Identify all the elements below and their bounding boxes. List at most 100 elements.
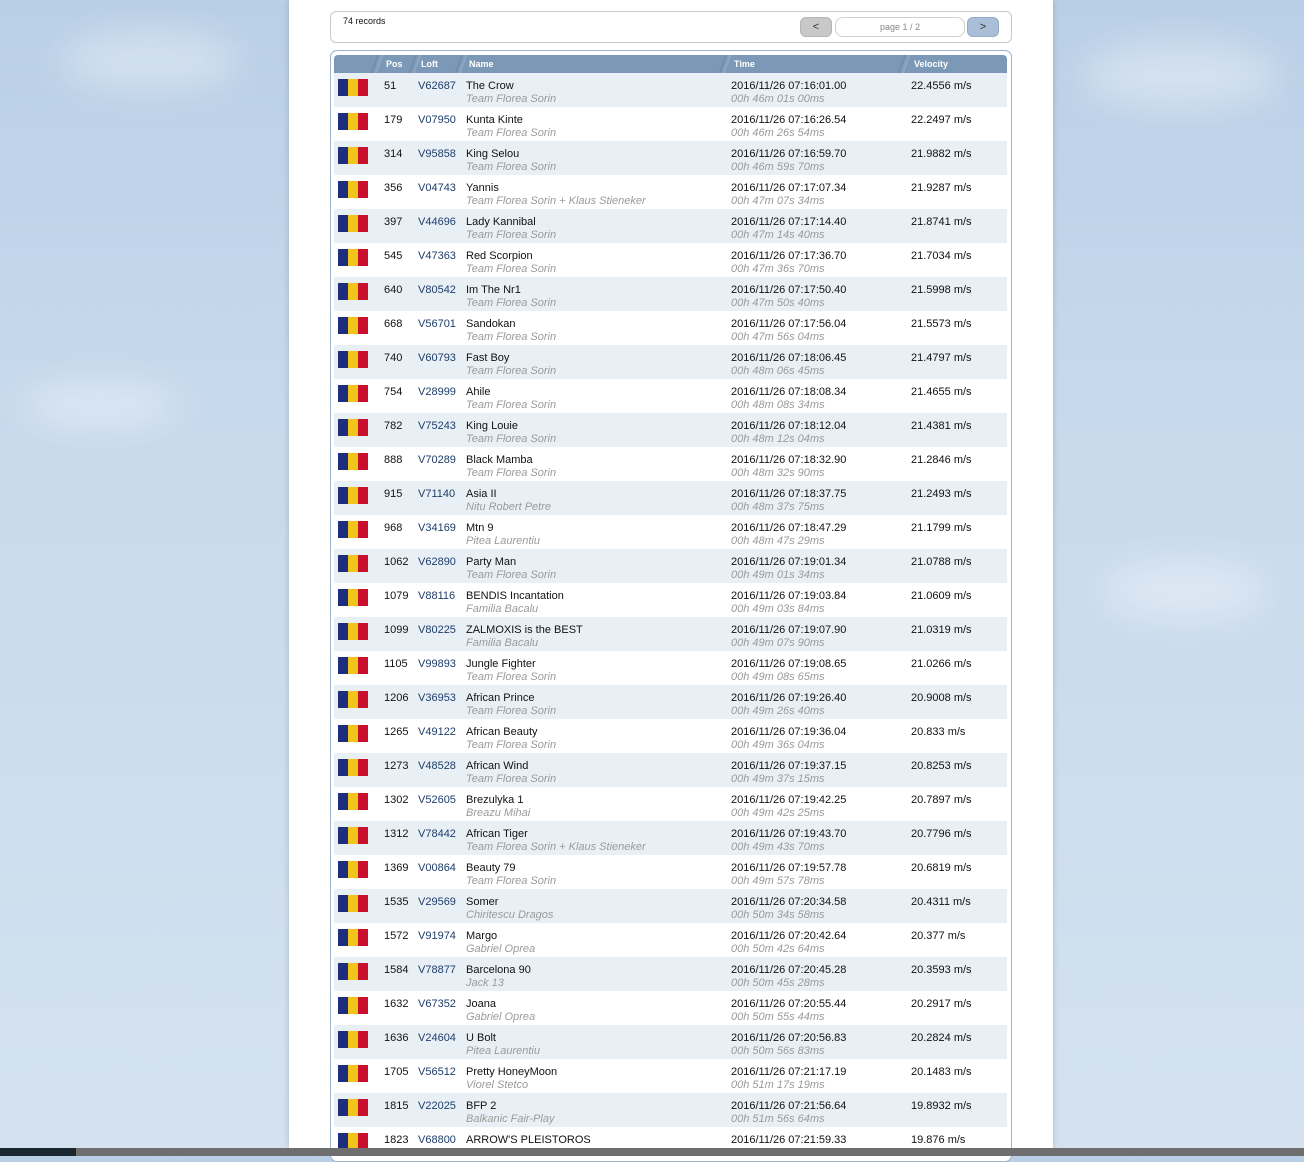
table-row: 1632 V67352 Joana Gabriel Oprea 2016/11/26 0… xyxy=(334,991,1007,1025)
table-row: 1572 V91974 Margo Gabriel Oprea 2016/11/26 0… xyxy=(334,923,1007,957)
romania-flag-icon xyxy=(338,657,368,674)
pigeon-name: Lady Kannibal xyxy=(466,216,536,228)
arrival-time: 2016/11/26 07:20:55.44 xyxy=(731,998,847,1010)
loft-link[interactable]: V48528 xyxy=(418,760,456,772)
arrival-time: 2016/11/26 07:17:56.04 xyxy=(731,318,847,330)
pagination-bar: 74 records < page 1 / 2 > xyxy=(330,11,1012,43)
table-row: 782 V75243 King Louie Team Florea Sorin 2016… xyxy=(334,413,1007,447)
velocity-cell: 21.2493 m/s xyxy=(911,488,972,500)
romania-flag-icon xyxy=(338,1065,368,1082)
loft-link[interactable]: V44696 xyxy=(418,216,456,228)
loft-link[interactable]: V75243 xyxy=(418,420,456,432)
romania-flag-icon xyxy=(338,623,368,640)
pigeon-name: The Crow xyxy=(466,80,514,92)
table-row: 1312 V78442 African Tiger Team Florea Sorin… xyxy=(334,821,1007,855)
loft-link[interactable]: V47363 xyxy=(418,250,456,262)
loft-link[interactable]: V34169 xyxy=(418,522,456,534)
background-cloud xyxy=(1080,40,1280,110)
owner-name: Team Florea Sorin xyxy=(466,433,557,445)
loft-link[interactable]: V71140 xyxy=(418,488,455,500)
owner-name: Team Florea Sorin + Klaus Stieneker xyxy=(466,195,646,207)
pigeon-name: King Selou xyxy=(466,148,520,160)
loft-link[interactable]: V29569 xyxy=(418,896,456,908)
pigeon-name: African Beauty xyxy=(466,726,538,738)
header-name[interactable]: Name xyxy=(469,55,494,73)
loft-link[interactable]: V52605 xyxy=(418,794,456,806)
loft-link[interactable]: V99893 xyxy=(418,658,456,670)
owner-name: Team Florea Sorin xyxy=(466,399,557,411)
loft-link[interactable]: V78442 xyxy=(418,828,456,840)
pigeon-name: Brezulyka 1 xyxy=(466,794,524,806)
loft-link[interactable]: V36953 xyxy=(418,692,456,704)
flight-duration: 00h 47m 07s 34ms xyxy=(731,195,825,207)
loft-link[interactable]: V80225 xyxy=(418,624,456,636)
arrival-time: 2016/11/26 07:18:12.04 xyxy=(731,420,847,432)
loft-link[interactable]: V24604 xyxy=(418,1032,456,1044)
loft-link[interactable]: V88116 xyxy=(418,590,455,602)
loft-link[interactable]: V78877 xyxy=(418,964,456,976)
flight-duration: 00h 47m 56s 04ms xyxy=(731,331,825,343)
arrival-time: 2016/11/26 07:20:56.83 xyxy=(731,1032,847,1044)
owner-name: Team Florea Sorin xyxy=(466,297,557,309)
position-cell: 1815 xyxy=(384,1100,409,1112)
velocity-cell: 21.4655 m/s xyxy=(911,386,972,398)
loft-link[interactable]: V62890 xyxy=(418,556,456,568)
table-row: 545 V47363 Red Scorpion Team Florea Sorin 20… xyxy=(334,243,1007,277)
romania-flag-icon xyxy=(338,419,368,436)
loft-link[interactable]: V07950 xyxy=(418,114,456,126)
loft-link[interactable]: V56512 xyxy=(418,1066,456,1078)
velocity-cell: 22.4556 m/s xyxy=(911,80,972,92)
loft-link[interactable]: V56701 xyxy=(418,318,456,330)
owner-name: Chiritescu Dragos xyxy=(466,909,554,921)
header-time[interactable]: Time xyxy=(734,55,755,73)
prev-page-button[interactable]: < xyxy=(800,17,832,37)
header-loft[interactable]: Loft xyxy=(421,55,438,73)
position-cell: 1369 xyxy=(384,862,409,874)
loft-link[interactable]: V68800 xyxy=(418,1134,456,1146)
owner-name: Nitu Robert Petre xyxy=(466,501,551,513)
pigeon-name: Party Man xyxy=(466,556,517,568)
velocity-cell: 21.4381 m/s xyxy=(911,420,972,432)
pigeon-name: King Louie xyxy=(466,420,518,432)
next-page-button[interactable]: > xyxy=(967,17,999,37)
arrival-time: 2016/11/26 07:16:01.00 xyxy=(731,80,847,92)
velocity-cell: 20.2824 m/s xyxy=(911,1032,972,1044)
loft-link[interactable]: V49122 xyxy=(418,726,456,738)
loft-link[interactable]: V00864 xyxy=(418,862,456,874)
loft-link[interactable]: V91974 xyxy=(418,930,456,942)
arrival-time: 2016/11/26 07:17:50.40 xyxy=(731,284,847,296)
loft-link[interactable]: V67352 xyxy=(418,998,456,1010)
loft-link[interactable]: V28999 xyxy=(418,386,456,398)
loft-link[interactable]: V04743 xyxy=(418,182,456,194)
table-row: 754 V28999 Ahile Team Florea Sorin 2016/11/2… xyxy=(334,379,1007,413)
romania-flag-icon xyxy=(338,1099,368,1116)
header-pos[interactable]: Pos xyxy=(386,55,403,73)
romania-flag-icon xyxy=(338,351,368,368)
header-separator xyxy=(408,55,422,73)
owner-name: Pitea Laurentiu xyxy=(466,1045,540,1057)
loft-link[interactable]: V70289 xyxy=(418,454,456,466)
loft-link[interactable]: V80542 xyxy=(418,284,456,296)
romania-flag-icon xyxy=(338,283,368,300)
velocity-cell: 20.6819 m/s xyxy=(911,862,972,874)
table-row: 1369 V00864 Beauty 79 Team Florea Sorin 2016… xyxy=(334,855,1007,889)
header-velocity[interactable]: Velocity xyxy=(914,55,948,73)
romania-flag-icon xyxy=(338,997,368,1014)
position-cell: 1273 xyxy=(384,760,409,772)
loft-link[interactable]: V60793 xyxy=(418,352,456,364)
loft-link[interactable]: V62687 xyxy=(418,80,456,92)
loft-link[interactable]: V95858 xyxy=(418,148,456,160)
flight-duration: 00h 50m 42s 64ms xyxy=(731,943,825,955)
table-row: 888 V70289 Black Mamba Team Florea Sorin 201… xyxy=(334,447,1007,481)
owner-name: Jack 13 xyxy=(466,977,504,989)
velocity-cell: 21.0319 m/s xyxy=(911,624,972,636)
loft-link[interactable]: V22025 xyxy=(418,1100,456,1112)
flight-duration: 00h 47m 50s 40ms xyxy=(731,297,825,309)
start-button[interactable] xyxy=(0,1148,76,1156)
position-cell: 1636 xyxy=(384,1032,409,1044)
position-cell: 356 xyxy=(384,182,403,194)
table-row: 640 V80542 Im The Nr1 Team Florea Sorin 2016… xyxy=(334,277,1007,311)
arrival-time: 2016/11/26 07:20:42.64 xyxy=(731,930,847,942)
velocity-cell: 20.2917 m/s xyxy=(911,998,972,1010)
romania-flag-icon xyxy=(338,317,368,334)
